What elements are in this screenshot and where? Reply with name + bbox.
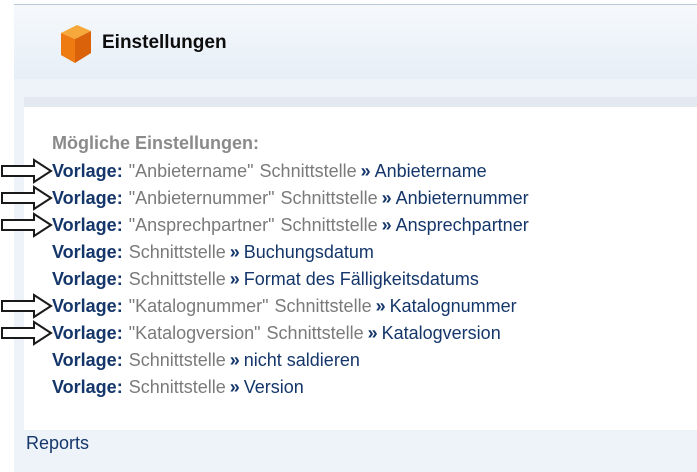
breadcrumb-separator: » <box>360 161 371 181</box>
cube-icon <box>61 25 91 63</box>
row-label: Vorlage: <box>52 377 123 397</box>
footer-bar <box>14 430 697 471</box>
settings-row: Vorlage: Schnittstelle» nicht saldieren <box>52 348 360 372</box>
row-label: Vorlage: <box>52 296 123 316</box>
interface-label: Schnittstelle <box>128 242 226 262</box>
settings-row: Vorlage: "Katalogversion" Schnittstelle» Ka… <box>52 321 501 345</box>
breadcrumb-separator: » <box>381 188 392 208</box>
row-label: Vorlage: <box>52 350 123 370</box>
row-label: Vorlage: <box>52 323 123 343</box>
setting-link[interactable]: Anbieternummer <box>396 188 529 208</box>
template-name: "Katalogversion" <box>128 323 261 343</box>
breadcrumb-separator: » <box>229 242 240 262</box>
breadcrumb-separator: » <box>375 296 386 316</box>
breadcrumb-separator: » <box>381 215 392 235</box>
setting-link[interactable]: Anbietername <box>375 161 487 181</box>
arrow-marker-icon <box>1 212 53 238</box>
settings-row: Vorlage: "Anbietername" Schnittstelle» Anbi… <box>52 159 487 183</box>
row-label: Vorlage: <box>52 188 123 208</box>
interface-label: Schnittstelle <box>259 161 357 181</box>
arrow-marker-icon <box>1 158 53 184</box>
interface-label: Schnittstelle <box>280 215 378 235</box>
breadcrumb-separator: » <box>367 323 378 343</box>
setting-link[interactable]: Format des Fälligkeitsdatums <box>244 269 479 289</box>
arrow-marker-icon <box>1 320 53 346</box>
page-title: Einstellungen <box>102 32 227 53</box>
settings-frame <box>14 4 697 472</box>
row-label: Vorlage: <box>52 269 123 289</box>
setting-link[interactable]: Ansprechpartner <box>396 215 529 235</box>
template-name: "Anbieternummer" <box>128 188 275 208</box>
arrow-marker-icon <box>1 293 53 319</box>
settings-row: Vorlage: Schnittstelle» Buchungsdatum <box>52 240 374 264</box>
interface-label: Schnittstelle <box>128 350 226 370</box>
setting-link[interactable]: Katalogversion <box>382 323 501 343</box>
arrow-marker-icon <box>1 185 53 211</box>
row-label: Vorlage: <box>52 215 123 235</box>
settings-row: Vorlage: "Ansprechpartner" Schnittstelle» A… <box>52 213 529 237</box>
row-label: Vorlage: <box>52 161 123 181</box>
template-name: "Ansprechpartner" <box>128 215 275 235</box>
row-label: Vorlage: <box>52 242 123 262</box>
setting-link[interactable]: Buchungsdatum <box>244 242 374 262</box>
settings-row: Vorlage: "Katalognummer" Schnittstelle» Kat… <box>52 294 517 318</box>
settings-row: Vorlage: Schnittstelle» Version <box>52 375 304 399</box>
breadcrumb-separator: » <box>229 269 240 289</box>
template-name: "Anbietername" <box>128 161 254 181</box>
panel-top-band <box>24 97 697 107</box>
interface-label: Schnittstelle <box>266 323 364 343</box>
setting-link[interactable]: Katalognummer <box>390 296 517 316</box>
reports-link[interactable]: Reports <box>26 433 89 454</box>
setting-link[interactable]: nicht saldieren <box>244 350 360 370</box>
interface-label: Schnittstelle <box>128 269 226 289</box>
template-name: "Katalognummer" <box>128 296 269 316</box>
settings-row: Vorlage: "Anbieternummer" Schnittstelle» An… <box>52 186 529 210</box>
setting-link[interactable]: Version <box>244 377 304 397</box>
breadcrumb-separator: » <box>229 350 240 370</box>
interface-label: Schnittstelle <box>274 296 372 316</box>
section-title: Mögliche Einstellungen: <box>52 133 260 153</box>
interface-label: Schnittstelle <box>280 188 378 208</box>
interface-label: Schnittstelle <box>128 377 226 397</box>
breadcrumb-separator: » <box>229 377 240 397</box>
settings-row: Vorlage: Schnittstelle» Format des Fälligk… <box>52 267 479 291</box>
